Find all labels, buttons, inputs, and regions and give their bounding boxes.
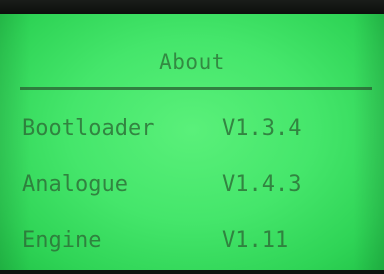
component-name: Engine [22, 228, 102, 253]
info-row-analogue: Analogue V1.4.3 [0, 172, 384, 202]
device-frame: About Bootloader V1.3.4 Analogue V1.4.3 … [0, 0, 384, 274]
component-version: V1.3.4 [222, 116, 302, 141]
component-version: V1.4.3 [222, 172, 302, 197]
display-bezel-bottom [0, 270, 384, 274]
display-bezel-top [0, 0, 384, 14]
component-name: Analogue [22, 172, 128, 197]
component-name: Bootloader [22, 116, 155, 141]
info-row-engine: Engine V1.11 [0, 228, 384, 258]
page-title: About [159, 50, 225, 74]
info-row-bootloader: Bootloader V1.3.4 [0, 116, 384, 146]
title-divider [20, 87, 372, 90]
lcd-display: About Bootloader V1.3.4 Analogue V1.4.3 … [0, 14, 384, 272]
component-version: V1.11 [222, 228, 289, 253]
